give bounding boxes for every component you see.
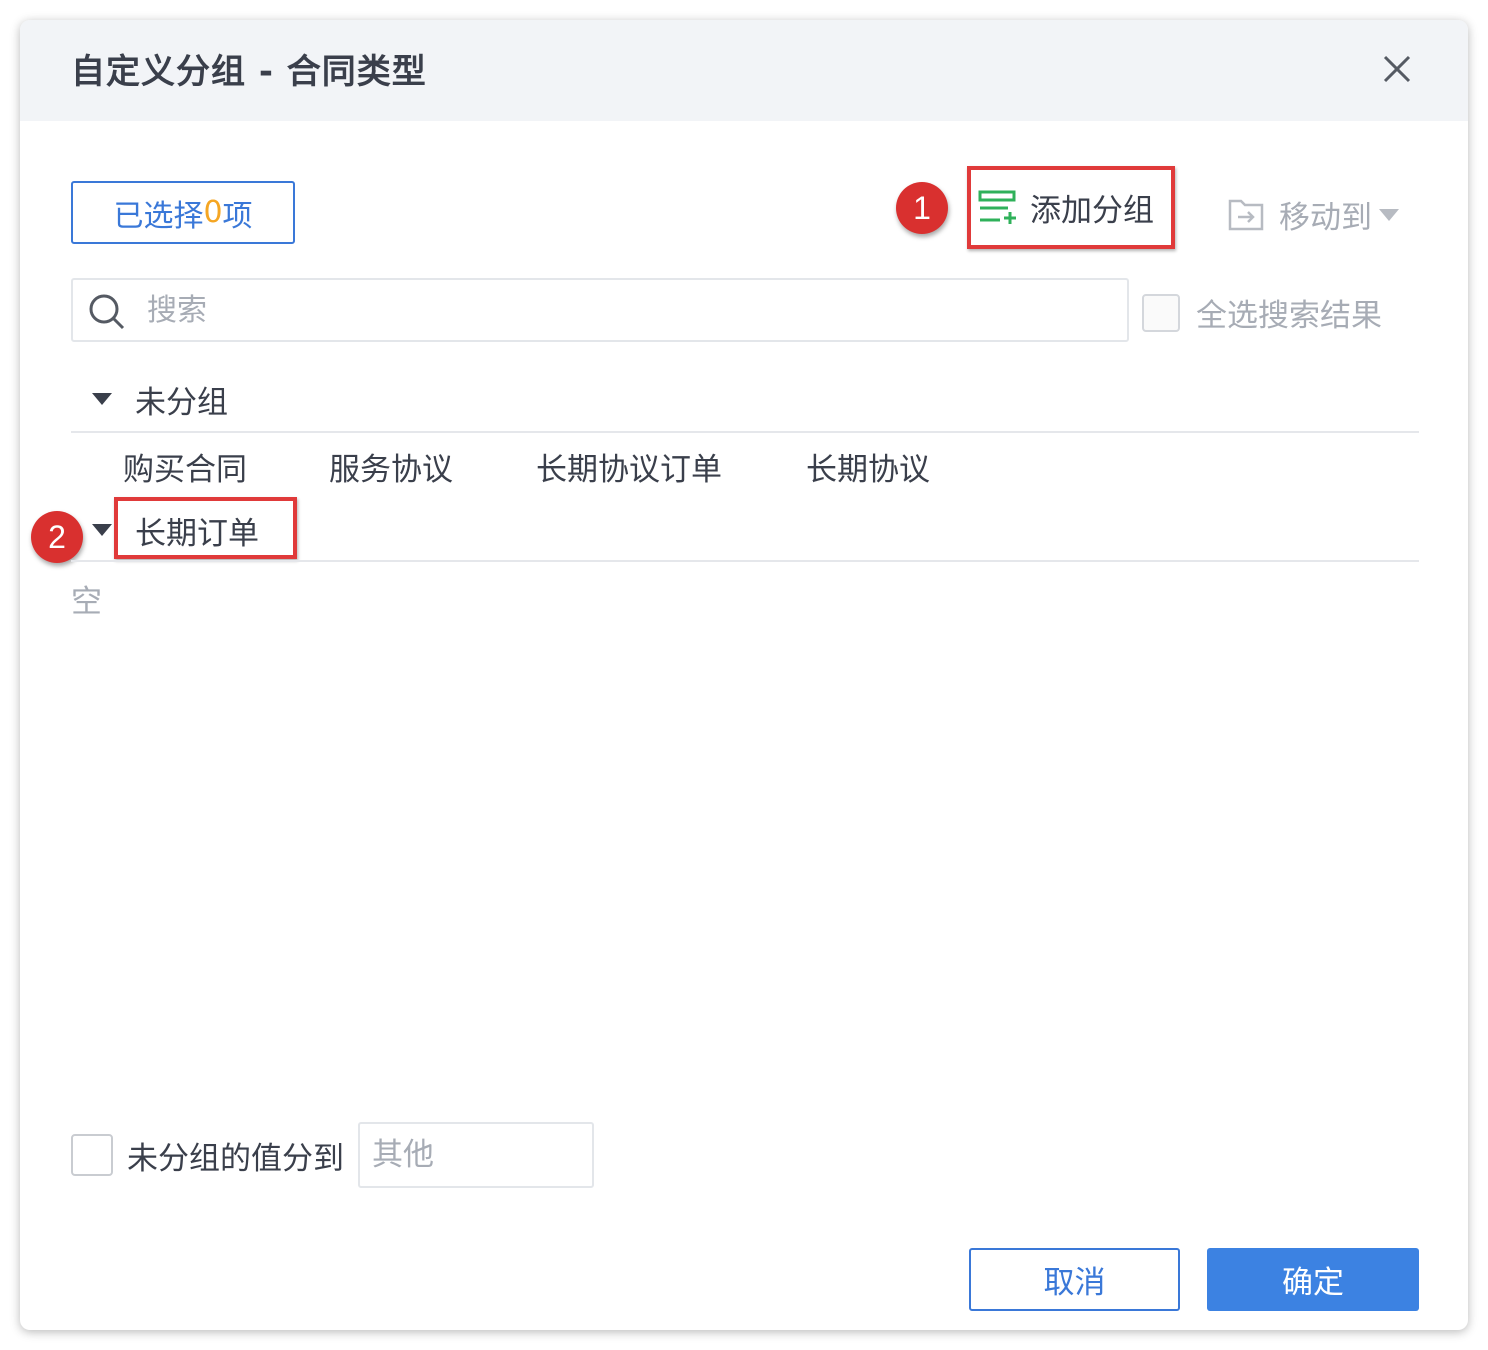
callout-highlight-group-name [114,497,297,559]
list-item[interactable]: 服务协议 [329,444,453,489]
list-item[interactable]: 长期协议订单 [536,444,722,489]
add-group-button[interactable]: 添加分组 [978,185,1154,230]
dialog-header: 自定义分组 - 合同类型 [20,20,1468,121]
search-icon [89,294,125,330]
ungrouped-checkbox[interactable] [71,1134,113,1176]
selected-suffix: 项 [222,198,253,234]
ok-button[interactable]: 确定 [1207,1248,1419,1311]
callout-badge-1: 1 [896,182,948,234]
group-divider [71,560,1419,562]
close-icon [1383,55,1411,83]
search-input[interactable] [145,288,1109,332]
list-item[interactable]: 长期协议 [806,444,930,489]
move-to-icon [1228,199,1264,230]
group-header-ungrouped[interactable]: 未分组 [71,374,1419,424]
group-divider [71,431,1419,433]
custom-group-dialog: 自定义分组 - 合同类型 已选择 0 项 1 添加分组 移动到 搜索 全选搜索结… [20,20,1468,1330]
ungrouped-values-row: 未分组的值分到 [71,1122,594,1188]
group-name: 未分组 [135,384,228,421]
ungrouped-label: 未分组的值分到 [127,1140,344,1177]
empty-placeholder: 空 [71,584,102,620]
select-all-results[interactable]: 全选搜索结果 [1142,290,1382,335]
cancel-button[interactable]: 取消 [969,1248,1180,1311]
caret-down-icon [92,393,112,405]
move-to-label: 移动到 [1279,200,1372,236]
add-group-label: 添加分组 [1030,193,1154,229]
selected-count: 0 [203,195,223,230]
caret-down-icon [92,524,112,536]
select-all-label: 全选搜索结果 [1196,298,1382,334]
search-box [71,278,1129,342]
list-item[interactable]: 购买合同 [123,444,247,489]
selected-prefix: 已选择 [113,198,204,234]
dialog-title: 自定义分组 - 合同类型 [71,52,427,92]
add-group-icon [978,190,1016,224]
ungrouped-group-input[interactable] [358,1122,594,1188]
select-all-checkbox[interactable] [1142,293,1180,332]
move-to-button[interactable]: 移动到 [1227,192,1400,237]
selected-count-button[interactable]: 已选择 0 项 [71,181,295,244]
close-button[interactable] [1378,50,1416,88]
chevron-down-icon [1379,208,1399,221]
